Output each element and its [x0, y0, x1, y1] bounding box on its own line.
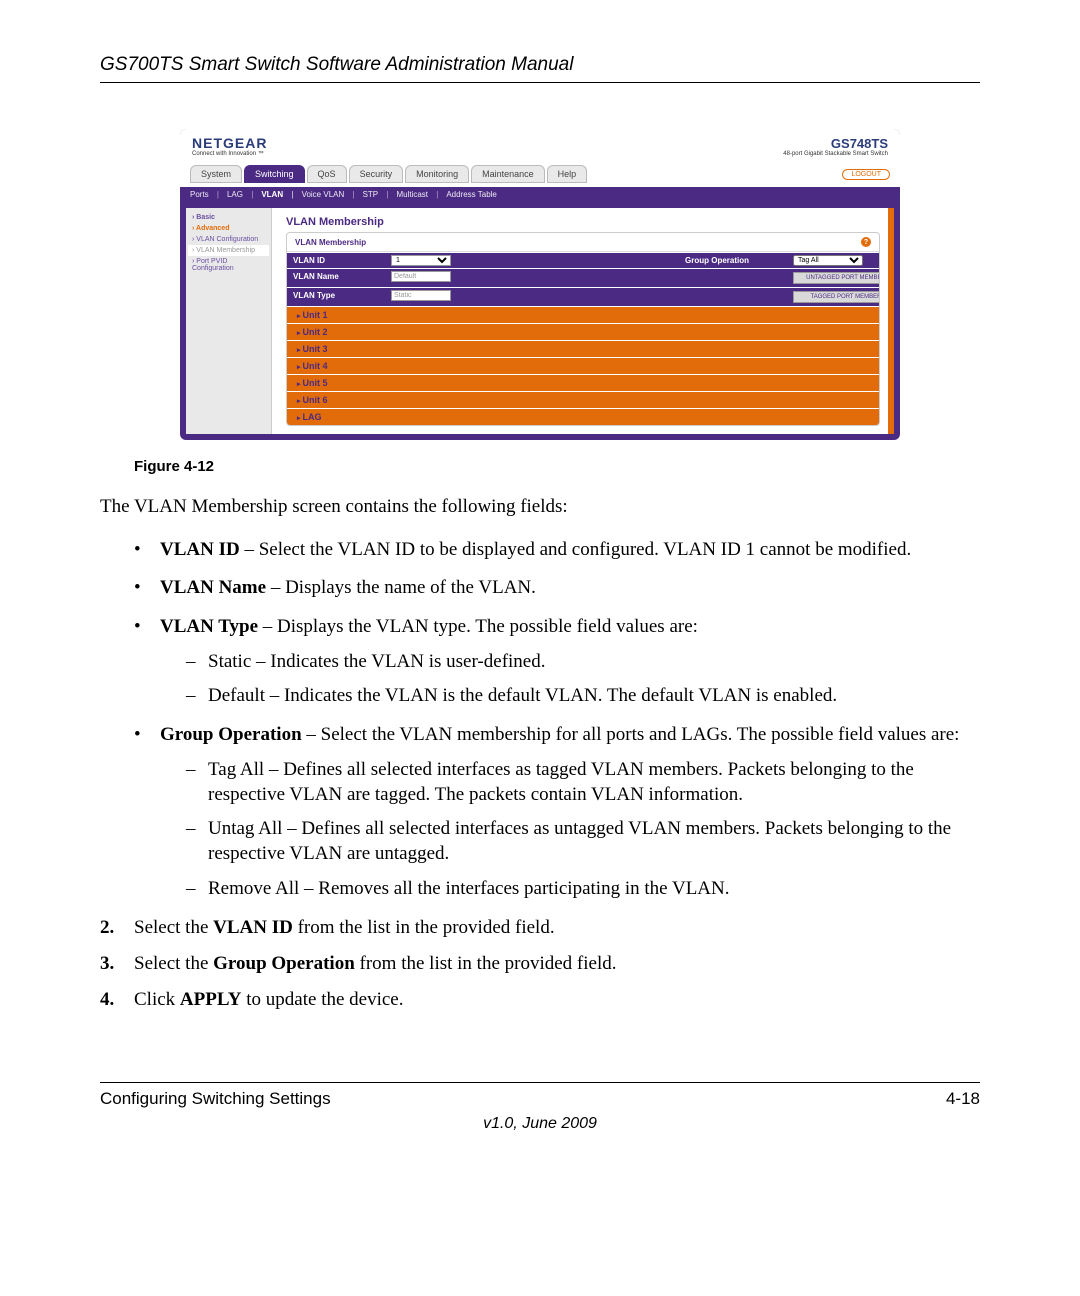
bullet-vlan-name: VLAN Name – Displays the name of the VLA… [134, 576, 980, 601]
tab-qos[interactable]: QoS [307, 165, 347, 183]
subnav-vlan[interactable]: VLAN [261, 190, 293, 199]
untagged-members-button[interactable]: UNTAGGED PORT MEMBERS [793, 272, 880, 284]
footer-right: 4-18 [946, 1089, 980, 1109]
main-nav: System Switching QoS Security Monitoring… [180, 161, 900, 187]
sidebar-port-pvid[interactable]: › Port PVID Configuration [188, 256, 269, 274]
group-op-select[interactable]: Tag All [793, 255, 863, 266]
footer-left: Configuring Switching Settings [100, 1089, 331, 1109]
tab-maintenance[interactable]: Maintenance [471, 165, 545, 183]
tab-help[interactable]: Help [547, 165, 588, 183]
panel-box-header: VLAN Membership ? [287, 233, 879, 252]
unit-list: Unit 1 Unit 2 Unit 3 Unit 4 Unit 5 Unit … [287, 306, 879, 425]
sidebar: › Basic › Advanced › VLAN Configuration … [186, 208, 272, 434]
sidebar-advanced[interactable]: › Advanced [188, 223, 269, 234]
app-body: › Basic › Advanced › VLAN Configuration … [186, 208, 894, 434]
unit-row[interactable]: LAG [287, 408, 879, 425]
subnav-stp[interactable]: STP [363, 190, 389, 199]
step-4: 4. Click APPLY to update the device. [100, 987, 980, 1013]
subnav-lag[interactable]: LAG [227, 190, 253, 199]
subnav-address-table[interactable]: Address Table [446, 190, 497, 199]
sidebar-vlan-config[interactable]: › VLAN Configuration [188, 234, 269, 245]
doc-footer: Configuring Switching Settings 4-18 [100, 1082, 980, 1109]
label-vlan-type: VLAN Type [287, 288, 387, 306]
vlan-type-input [391, 290, 451, 301]
model-description: 48-port Gigabit Stackable Smart Switch [783, 151, 888, 157]
unit-row[interactable]: Unit 1 [287, 306, 879, 323]
help-icon[interactable]: ? [861, 237, 871, 247]
label-vlan-name: VLAN Name [287, 269, 387, 287]
content-area: VLAN Membership VLAN Membership ? VLAN I… [272, 208, 894, 434]
subnav-voice-vlan[interactable]: Voice VLAN [302, 190, 355, 199]
unit-row[interactable]: Unit 6 [287, 391, 879, 408]
decorative-edge [888, 208, 894, 434]
sub-bullet-remove-all: Remove All – Removes all the interfaces … [186, 877, 980, 902]
intro-paragraph: The VLAN Membership screen contains the … [100, 495, 980, 520]
panel-box: VLAN Membership ? VLAN ID 1 [286, 232, 880, 426]
doc-header-title: GS700TS Smart Switch Software Administra… [100, 54, 980, 83]
brand-tagline: Connect with Innovation ™ [192, 151, 267, 157]
bullet-group-op: Group Operation – Select the VLAN member… [134, 723, 980, 901]
unit-row[interactable]: Unit 2 [287, 323, 879, 340]
label-vlan-id: VLAN ID [287, 253, 387, 268]
unit-row[interactable]: Unit 3 [287, 340, 879, 357]
figure-screenshot: NETGEAR Connect with Innovation ™ GS748T… [180, 129, 900, 440]
panel-box-title: VLAN Membership [295, 238, 366, 247]
tab-switching[interactable]: Switching [244, 165, 305, 183]
label-group-op: Group Operation [679, 253, 789, 268]
sidebar-basic[interactable]: › Basic [188, 212, 269, 223]
subnav-ports[interactable]: Ports [190, 190, 219, 199]
tagged-members-button[interactable]: TAGGED PORT MEMBERS [793, 291, 880, 303]
sub-nav: Ports LAG VLAN Voice VLAN STP Multicast … [180, 187, 900, 202]
vlan-id-select[interactable]: 1 [391, 255, 451, 266]
app-shell: NETGEAR Connect with Innovation ™ GS748T… [180, 129, 900, 440]
sub-bullet-default: Default – Indicates the VLAN is the defa… [186, 684, 980, 709]
model-number: GS748TS [783, 136, 888, 151]
step-3: 3. Select the Group Operation from the l… [100, 951, 980, 977]
brand-bar: NETGEAR Connect with Innovation ™ GS748T… [180, 129, 900, 161]
bullet-vlan-type: VLAN Type – Displays the VLAN type. The … [134, 615, 980, 709]
unit-row[interactable]: Unit 5 [287, 374, 879, 391]
sub-bullet-static: Static – Indicates the VLAN is user-defi… [186, 650, 980, 675]
bullet-vlan-id: VLAN ID – Select the VLAN ID to be displ… [134, 538, 980, 563]
doc-version: v1.0, June 2009 [100, 1115, 980, 1133]
unit-row[interactable]: Unit 4 [287, 357, 879, 374]
figure-caption: Figure 4-12 [134, 458, 980, 475]
brand-logo: NETGEAR [192, 135, 267, 151]
vlan-name-input[interactable] [391, 271, 451, 282]
tab-system[interactable]: System [190, 165, 242, 183]
tab-monitoring[interactable]: Monitoring [405, 165, 469, 183]
sidebar-vlan-membership[interactable]: › VLAN Membership [188, 245, 269, 256]
subnav-multicast[interactable]: Multicast [396, 190, 438, 199]
step-2: 2. Select the VLAN ID from the list in t… [100, 915, 980, 941]
tab-security[interactable]: Security [349, 165, 404, 183]
sub-bullet-tag-all: Tag All – Defines all selected interface… [186, 758, 980, 807]
logout-button[interactable]: LOGOUT [842, 169, 890, 180]
panel-title: VLAN Membership [286, 216, 880, 228]
sub-bullet-untag-all: Untag All – Defines all selected interfa… [186, 817, 980, 866]
